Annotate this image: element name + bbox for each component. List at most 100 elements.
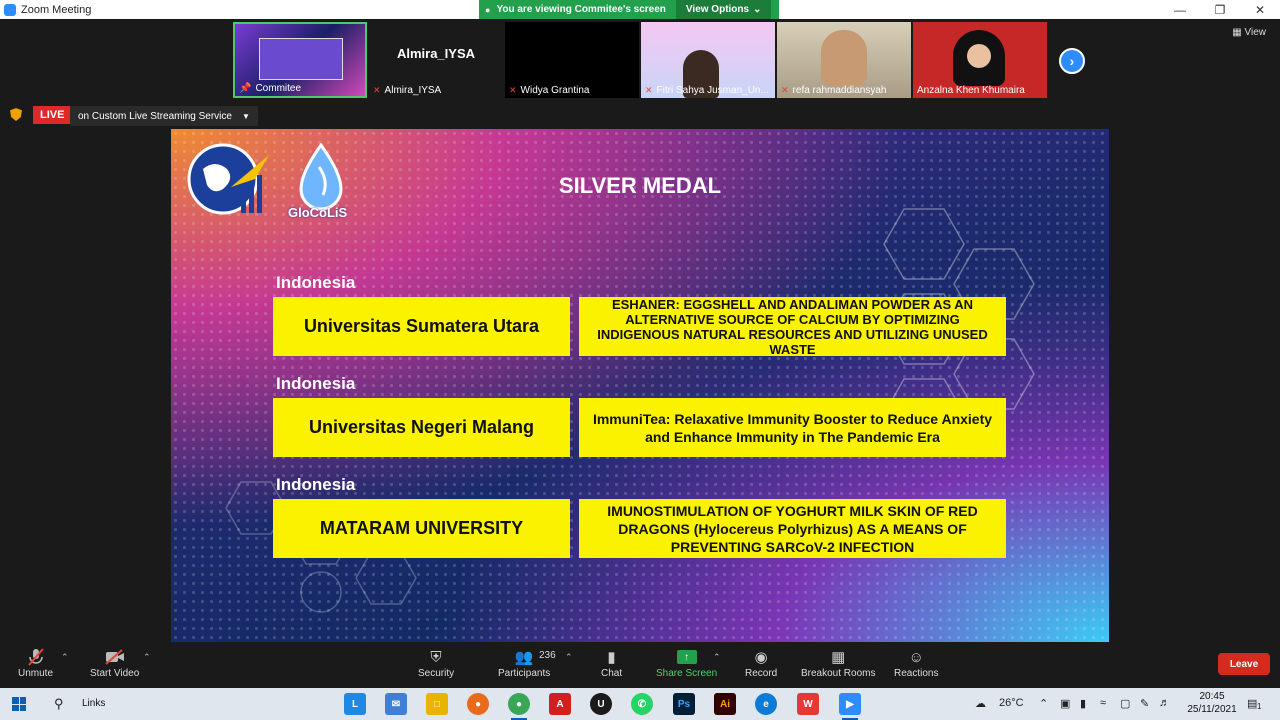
- zoom-taskbar-icon[interactable]: ▶: [839, 693, 861, 720]
- meeting-toolbar: Unmute ⌃ Start Video ⌃ ⛨ Security 👥 Part…: [0, 642, 1280, 688]
- country-label: Indonesia: [276, 475, 356, 494]
- photoshop-icon[interactable]: Ps: [673, 693, 695, 715]
- speaker-icon[interactable]: ♬: [1159, 697, 1170, 709]
- record-button[interactable]: ◉ Record: [745, 646, 777, 679]
- weather-icon[interactable]: ☁: [975, 697, 986, 710]
- participant-tile[interactable]: 📌 Commitee: [233, 22, 367, 98]
- wps-office-icon[interactable]: W: [797, 693, 819, 715]
- tray-app-icon[interactable]: ▣: [1060, 697, 1070, 710]
- live-service-dropdown[interactable]: on Custom Live Streaming Service ▼: [70, 106, 258, 126]
- participant-name-label: Widya Grantina: [520, 85, 590, 96]
- participant-name: ✕ Almira_IYSA: [373, 85, 441, 96]
- reactions-button[interactable]: ☺ Reactions: [894, 646, 939, 680]
- start-video-label: Start Video: [90, 668, 140, 679]
- restore-button[interactable]: ❐: [1200, 0, 1240, 19]
- breakout-rooms-label: Breakout Rooms: [801, 668, 876, 679]
- chevron-down-icon: ⌄: [753, 4, 762, 15]
- audio-options-caret[interactable]: ⌃: [61, 652, 69, 663]
- reactions-label: Reactions: [894, 668, 939, 679]
- participant-name-label: Almira_IYSA: [384, 85, 442, 96]
- share-arrow-icon: ↑: [676, 646, 697, 668]
- mic-muted-icon: ✕: [373, 85, 381, 95]
- participant-tile[interactable]: ✕ Widya Grantina: [505, 22, 639, 98]
- live-badge: LIVE: [33, 106, 72, 124]
- participant-name-label: Anzalna Khen Khumaira: [917, 85, 1025, 96]
- caret-down-icon: ▼: [241, 111, 250, 121]
- mic-muted-icon: ✕: [645, 85, 653, 95]
- view-options-button[interactable]: View Options ⌄: [675, 0, 772, 19]
- participant-name: ✕ Fitri Sahya Jusman_Un...: [645, 85, 769, 96]
- links-toolbar[interactable]: Links: [82, 698, 105, 709]
- participants-options-caret[interactable]: ⌃: [565, 652, 573, 663]
- pin-icon: 📌: [239, 83, 252, 94]
- participant-video: [821, 30, 867, 86]
- participant-tile[interactable]: ✕ Fitri Sahya Jusman_Un...: [641, 22, 775, 98]
- viewing-shield-icon: ●: [485, 4, 491, 15]
- participant-tile[interactable]: Anzalna Khen Khumaira: [913, 22, 1047, 98]
- security-button[interactable]: ⛨ Security: [418, 646, 454, 680]
- close-button[interactable]: ✕: [1240, 0, 1280, 19]
- temperature-label[interactable]: 26°C: [999, 697, 1024, 709]
- zoom-logo-icon: [4, 3, 16, 16]
- participant-name-label: refa rahmaddiansyah: [792, 85, 887, 96]
- input-icon[interactable]: ✎: [1140, 697, 1149, 710]
- firefox-icon[interactable]: ●: [467, 693, 489, 715]
- illustrator-icon[interactable]: Ai: [714, 693, 736, 715]
- search-icon[interactable]: ⚲: [54, 696, 64, 712]
- security-shield-icon[interactable]: [10, 108, 22, 121]
- project-title-box: ImmuniTea: Relaxative Immunity Booster t…: [579, 398, 1006, 457]
- shared-screen: GloCoLiS SILVER MEDAL Indonesia Universi…: [171, 129, 1109, 642]
- os-taskbar: ⚲ Links L ✉ □ ● ● A U ✆ Ps Ai e W ▶ ☁ 26…: [0, 688, 1280, 720]
- record-label: Record: [745, 668, 778, 679]
- chat-icon: ▮: [607, 649, 616, 666]
- shield-icon: ⛨: [430, 648, 442, 666]
- notification-icon[interactable]: ▤: [1247, 697, 1257, 710]
- wifi-icon[interactable]: ≈: [1100, 697, 1106, 709]
- network-icon[interactable]: ▢: [1120, 697, 1130, 710]
- smiley-icon: ☺: [908, 648, 924, 666]
- participant-name-label: Fitri Sahya Jusman_Un...: [656, 85, 769, 96]
- start-video-button[interactable]: Start Video: [90, 646, 139, 679]
- next-page-button[interactable]: ›: [1059, 48, 1085, 74]
- file-explorer-icon[interactable]: □: [426, 693, 448, 715]
- clock[interactable]: 20:45 25/11/2021: [1185, 690, 1239, 716]
- participant-tile[interactable]: Almira_IYSA ✕ Almira_IYSA: [369, 22, 503, 98]
- medal-heading: SILVER MEDAL: [558, 173, 722, 198]
- mail-icon[interactable]: ✉: [385, 693, 407, 715]
- whatsapp-icon[interactable]: ✆: [631, 693, 653, 715]
- unmute-label: Unmute: [18, 668, 54, 679]
- battery-icon[interactable]: ▮: [1080, 697, 1086, 710]
- l-app-icon[interactable]: L: [344, 693, 366, 715]
- acrobat-icon[interactable]: A: [549, 693, 571, 715]
- participant-strip: 📌 Commitee Almira_IYSA ✕ Almira_IYSA ✕ W…: [0, 19, 1280, 99]
- participant-tile[interactable]: ✕ refa rahmaddiansyah: [777, 22, 911, 98]
- chevron-up-icon[interactable]: ⌃: [1039, 697, 1048, 710]
- u-app-icon[interactable]: U: [590, 693, 612, 715]
- video-options-caret[interactable]: ⌃: [143, 652, 151, 663]
- share-screen-button[interactable]: ↑ Share Screen: [656, 646, 717, 679]
- clock-date: 25/11/2021: [1187, 704, 1237, 715]
- leave-button[interactable]: Leave: [1218, 653, 1270, 675]
- participant-big-name: Almira_IYSA: [396, 45, 476, 61]
- windows-start-icon[interactable]: [12, 697, 26, 711]
- chat-button[interactable]: ▮ Chat: [601, 646, 622, 679]
- live-bar: LIVE on Custom Live Streaming Service ▼: [0, 99, 1280, 129]
- chevron-right-icon: ›: [1069, 53, 1075, 69]
- participant-name: ✕ refa rahmaddiansyah: [781, 85, 887, 96]
- participants-icon: 👥: [514, 649, 534, 666]
- window-title: Zoom Meeting: [21, 3, 92, 16]
- university-box: Universitas Negeri Malang: [273, 398, 570, 457]
- university-box: Universitas Sumatera Utara: [273, 297, 570, 356]
- breakout-rooms-button[interactable]: ▦ Breakout Rooms: [801, 646, 875, 679]
- project-title-box: ESHANER: EGGSHELL AND ANDALIMAN POWDER A…: [579, 297, 1006, 357]
- unmute-button[interactable]: Unmute: [18, 646, 53, 679]
- chat-label: Chat: [601, 668, 623, 679]
- edge-icon[interactable]: e: [755, 693, 777, 715]
- record-icon: ◉: [754, 649, 768, 666]
- chrome-icon[interactable]: ●: [508, 693, 530, 720]
- country-label: Indonesia: [276, 273, 356, 292]
- view-button[interactable]: ▦ View: [1232, 27, 1266, 38]
- share-options-caret[interactable]: ⌃: [713, 652, 721, 663]
- minimize-button[interactable]: —: [1160, 0, 1200, 19]
- video-off-icon: [104, 646, 125, 668]
